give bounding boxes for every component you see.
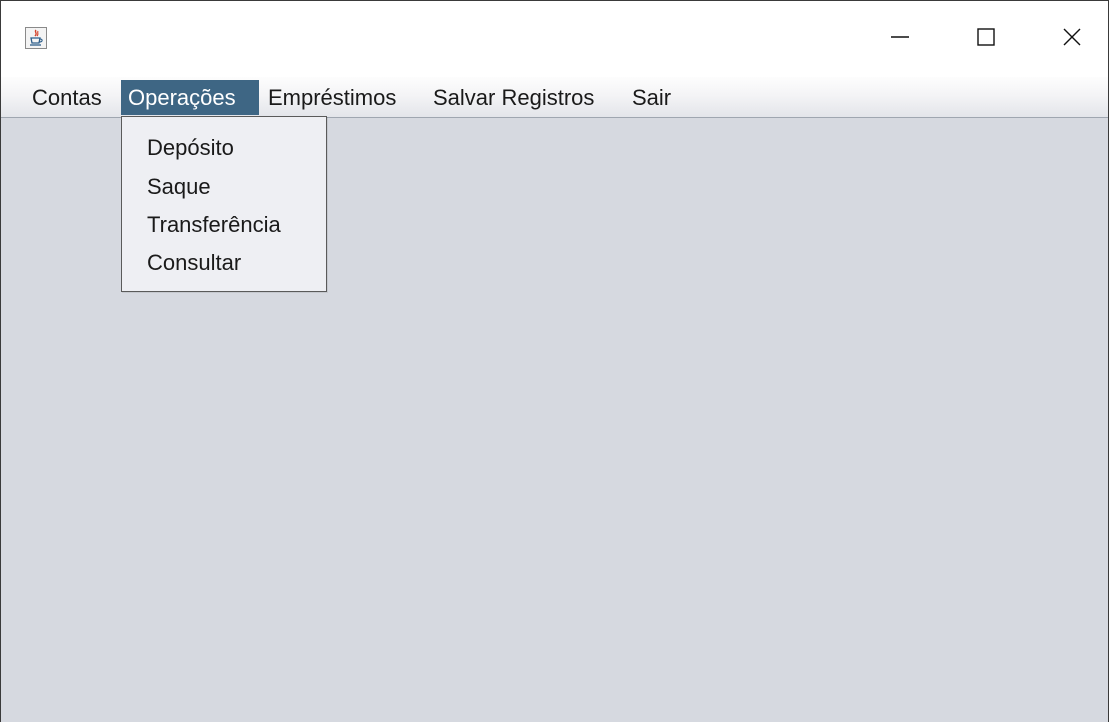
menu-item-consultar[interactable]: Consultar [122,244,326,282]
minimize-button[interactable] [877,1,923,77]
java-coffee-cup-icon[interactable] [25,27,47,49]
menu-operacoes[interactable]: Operações [121,80,259,115]
menu-bar: Contas Operações Empréstimos Salvar Regi… [1,77,1108,118]
title-bar[interactable] [1,1,1108,77]
close-button[interactable] [1049,1,1095,77]
maximize-button[interactable] [963,1,1009,77]
menu-salvar-registros[interactable]: Salvar Registros [426,80,601,115]
menu-item-deposito[interactable]: Depósito [122,129,326,167]
close-icon [1062,27,1082,52]
menu-sair[interactable]: Sair [625,80,678,115]
operacoes-dropdown-menu: Depósito Saque Transferência Consultar [121,116,327,292]
app-window: Contas Operações Empréstimos Salvar Regi… [0,0,1109,722]
menu-contas[interactable]: Contas [25,80,109,115]
menu-item-transferencia[interactable]: Transferência [122,206,326,244]
minimize-icon [890,27,910,52]
maximize-icon [976,27,996,52]
menu-item-saque[interactable]: Saque [122,168,326,206]
menu-emprestimos[interactable]: Empréstimos [261,80,403,115]
